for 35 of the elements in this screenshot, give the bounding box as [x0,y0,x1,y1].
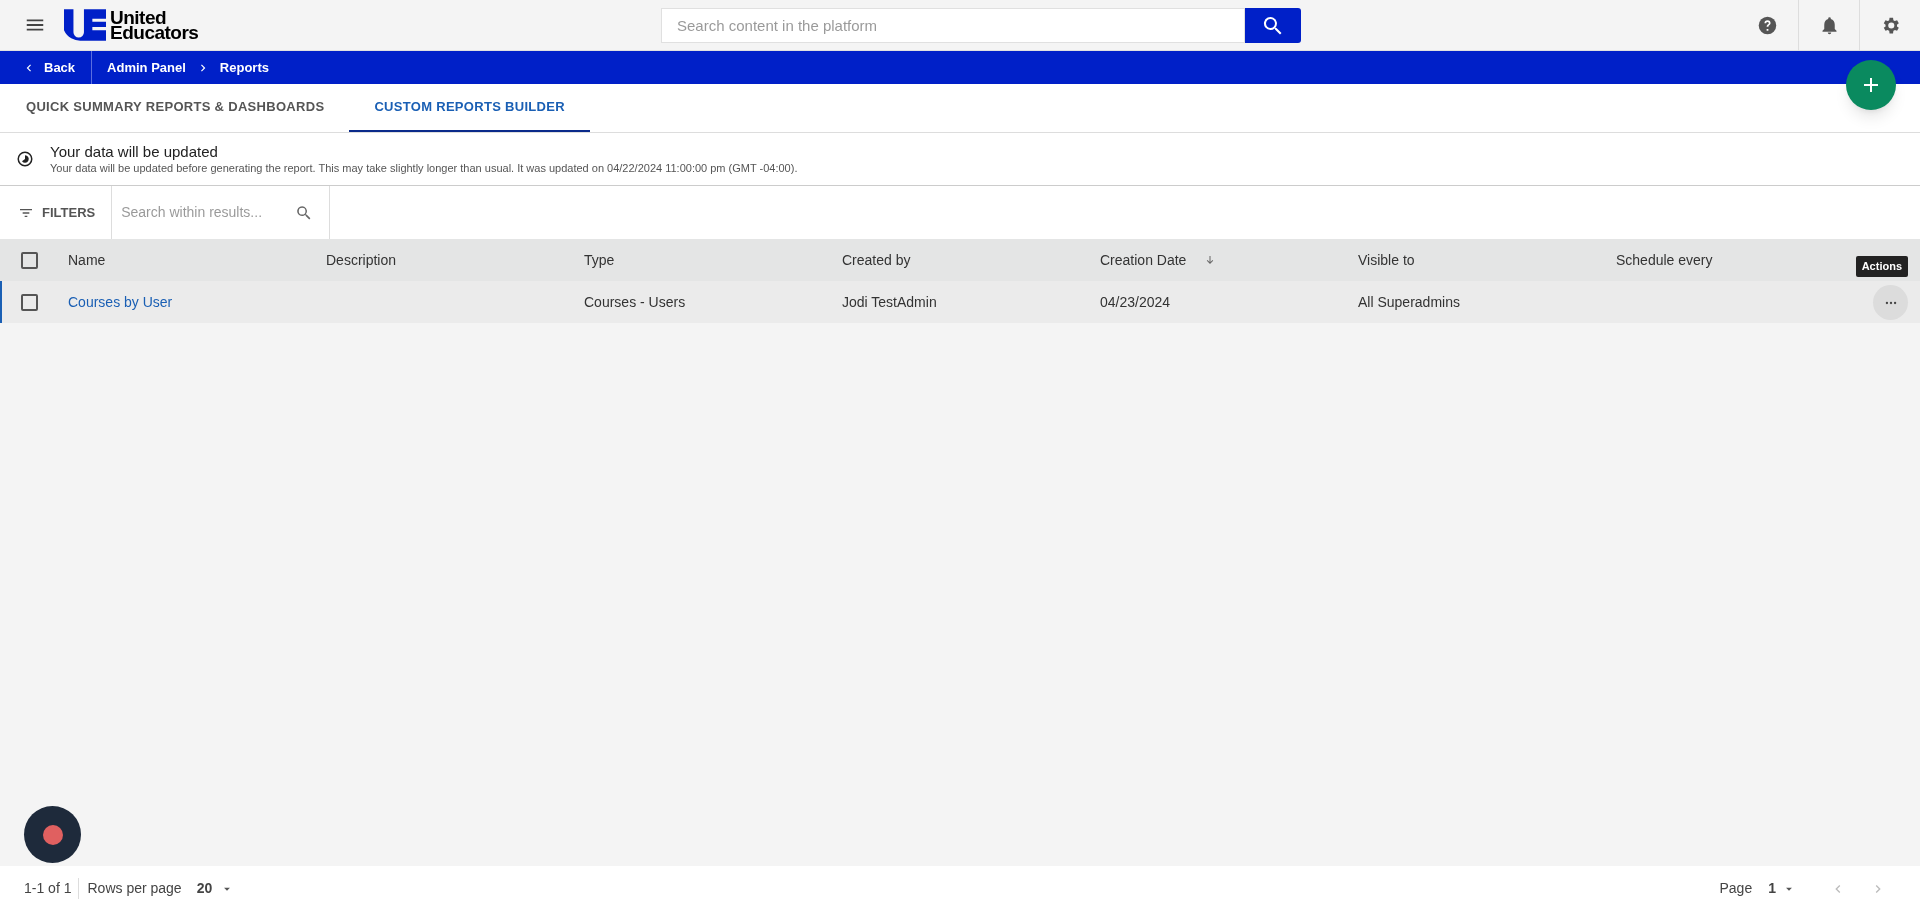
results-search-field[interactable]: Search within results... [112,202,296,223]
logo-mark-icon [64,9,106,41]
column-header[interactable]: Visible to [1358,249,1415,271]
tab[interactable]: QUICK SUMMARY REPORTS & DASHBOARDS [1,84,350,132]
record-icon [42,824,63,845]
column-header[interactable]: Name [68,249,106,271]
column-header[interactable]: Type [584,249,615,271]
column-header[interactable]: Created by [842,249,911,271]
search-field[interactable]: Search content in the platform [661,8,1245,43]
actions-tooltip: Actions [1855,256,1908,277]
table-cell: All Superadmins [1358,294,1460,310]
rows-per-page-dropdown[interactable]: 20 [196,878,235,899]
checkbox[interactable] [21,293,38,311]
report-link[interactable]: Courses by User [68,294,173,310]
rows-per-page-label: Rows per page [86,879,182,898]
help-icon [1757,15,1778,36]
breadcrumb-link[interactable]: Reports [219,57,269,78]
table-cell: 04/23/2024 [1100,294,1171,310]
range-text: 1-1 of 1 [0,878,80,899]
breadcrumb-link[interactable]: Admin Panel [107,57,186,78]
timer-icon [16,150,34,168]
column-header[interactable]: Schedule every [1616,249,1713,271]
notice-text: Your data will be updated before generating the report. This may take slightly longer than usual. It was updated on 04/22/2024 11:00:00 pm (GMT -04:00). [50,161,798,175]
page-dropdown[interactable]: 1 [1768,878,1796,899]
logo-text: United [110,10,167,25]
table-cell: Jodi TestAdmin [842,294,937,310]
table-cell: Courses - Users [584,294,686,310]
column-header[interactable]: Description [326,249,397,271]
page-label: Page [1719,879,1753,898]
record-button[interactable] [24,806,81,863]
column-header[interactable]: Creation Date [1100,249,1187,271]
search-button[interactable] [1245,8,1301,43]
logo-text: Educators [110,25,199,40]
checkbox[interactable] [21,251,38,269]
notice-title: Your data will be updated [50,143,219,161]
